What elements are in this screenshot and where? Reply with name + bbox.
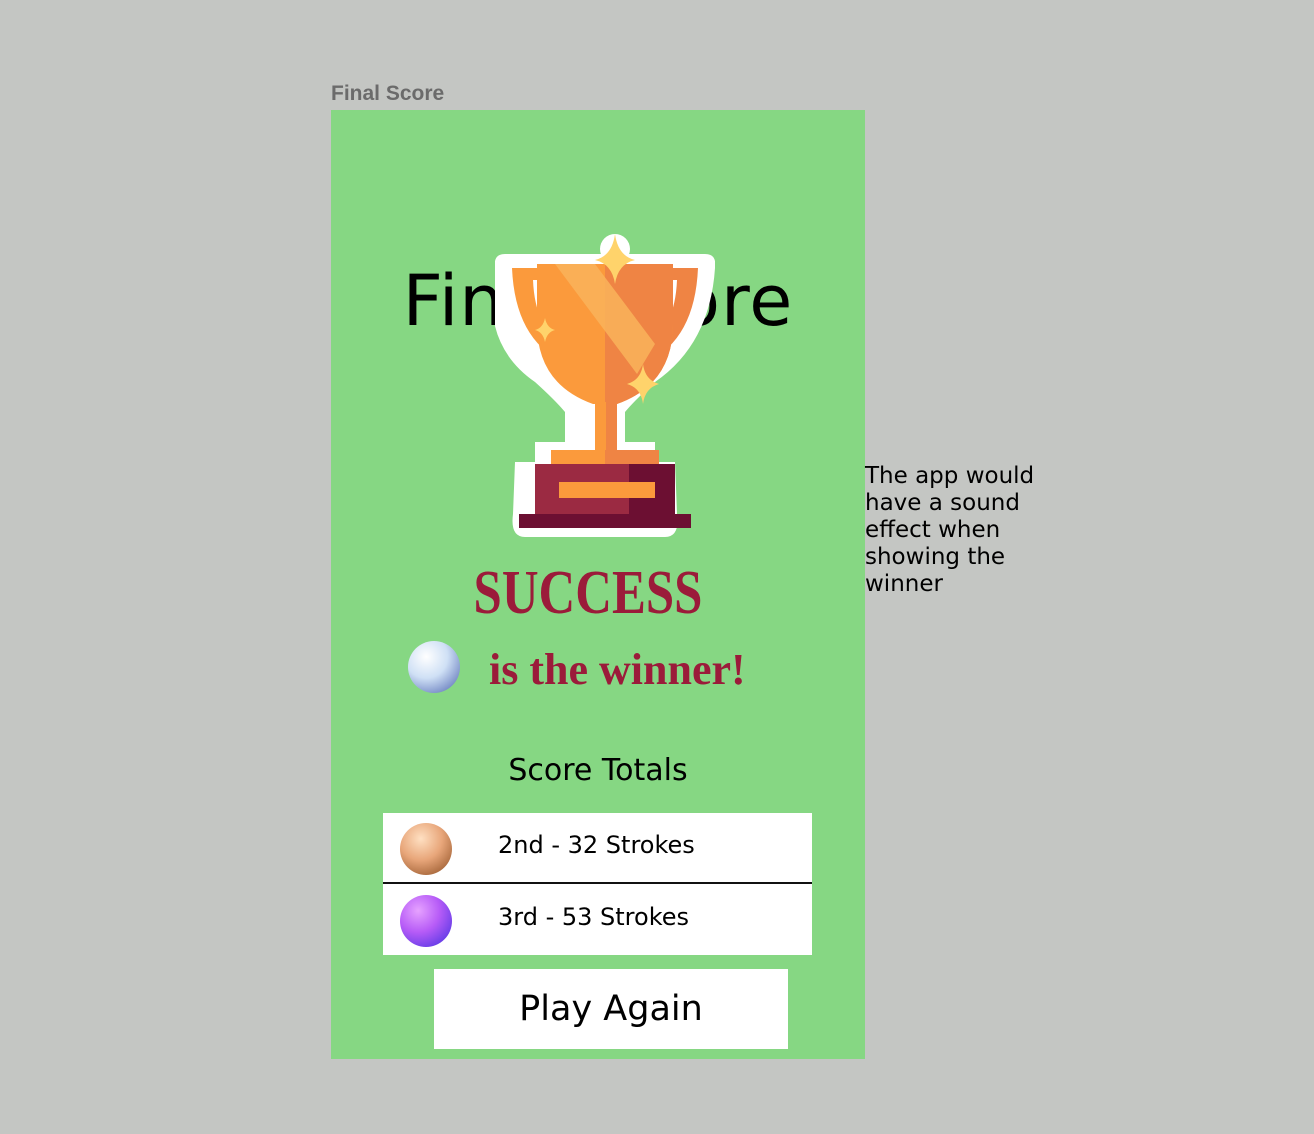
golf-ball-icon — [407, 640, 461, 698]
list-item: 3rd - 53 Strokes — [383, 885, 812, 955]
golf-ball-icon — [399, 894, 453, 952]
frame-label: Final Score — [331, 82, 445, 105]
score-text: 2nd - 32 Strokes — [498, 831, 695, 859]
row-divider — [383, 882, 812, 884]
trophy-icon — [491, 234, 716, 548]
winner-name: SUCCESS — [473, 559, 703, 627]
design-annotation: The app would have a sound effect when s… — [865, 463, 1035, 597]
score-totals-list: 2nd - 32 Strokes 3rd - 53 Strokes — [383, 813, 812, 955]
play-again-button[interactable]: Play Again — [434, 969, 788, 1049]
list-item: 2nd - 32 Strokes — [383, 813, 812, 884]
winner-subtitle: is the winner! — [489, 645, 746, 694]
score-totals-title: Score Totals — [508, 753, 688, 788]
score-text: 3rd - 53 Strokes — [498, 903, 690, 931]
golf-ball-icon — [399, 822, 453, 880]
final-score-screen: Final Score — [331, 110, 865, 1059]
